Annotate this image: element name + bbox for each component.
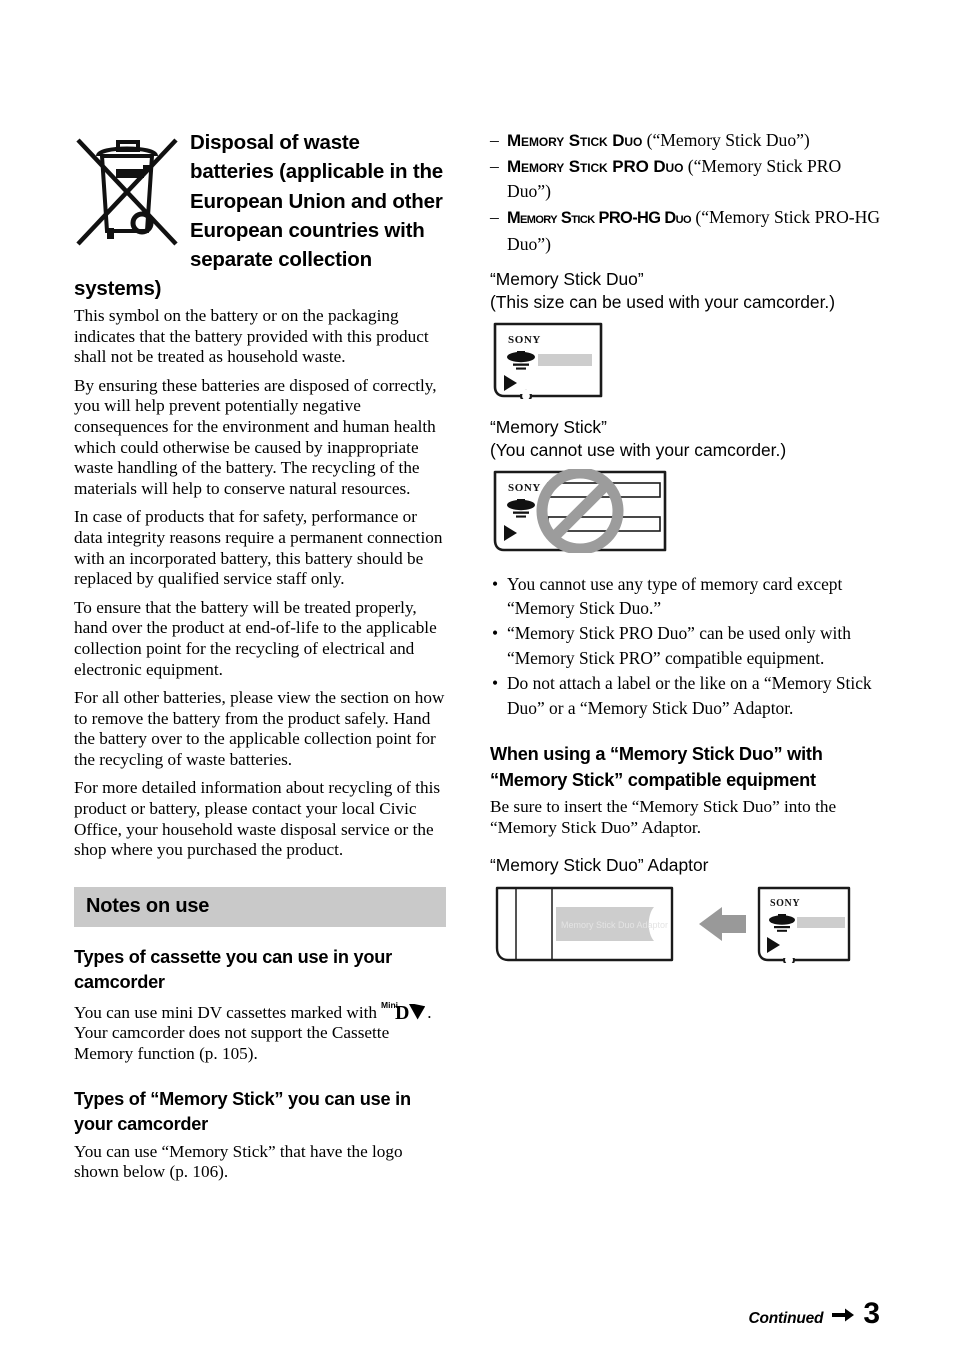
continued-label: Continued	[748, 1310, 824, 1327]
duo-caption-line2: (This size can be used with your camcord…	[490, 291, 836, 312]
arrow-right-icon	[832, 1308, 855, 1322]
disposal-notice: Disposal of waste batteries (applicable …	[74, 128, 446, 306]
bullet-marker: •	[492, 573, 499, 594]
adaptor-paragraph: Be sure to insert the “Memory Stick Duo”…	[490, 797, 837, 837]
list-item: • You cannot use any type of memory card …	[490, 572, 882, 622]
heading-types-of-cassette: Types of cassette you can use in your ca…	[74, 946, 392, 993]
svg-text:SONY: SONY	[770, 898, 800, 909]
list-item: – Memory Stick Duo (“Memory Stick Duo”)	[490, 128, 882, 154]
memory-stick-duo-logo: Memory Stick Duo	[507, 131, 643, 150]
svg-text:D: D	[395, 1002, 409, 1020]
heading-when-using-duo-adaptor: When using a “Memory Stick Duo” with “Me…	[490, 744, 823, 790]
mini-dv-logo-icon: Mini D	[381, 1000, 427, 1024]
heading-types-of-memory-stick: Types of “Memory Stick” you can use in y…	[74, 1088, 411, 1135]
section-band-notes-on-use: Notes on use	[74, 886, 446, 927]
duo-figure-caption: “Memory Stick Duo” (This size can be used…	[490, 268, 882, 314]
bullet-text: Do not attach a label or the like on a “…	[507, 672, 872, 718]
page-number: 3	[863, 1297, 880, 1330]
memory-stick-paragraph: You can use “Memory Stick” that have the…	[74, 1141, 403, 1182]
cassette-text-before: You can use mini DV cassettes marked wit…	[74, 1002, 382, 1022]
memory-stick-pro-duo-logo: Memory Stick PRO Duo	[507, 156, 684, 176]
dash-marker: –	[490, 207, 499, 228]
dash-marker: –	[490, 155, 499, 176]
bullet-marker: •	[492, 623, 499, 644]
bullet-text: You cannot use any type of memory card e…	[507, 573, 843, 619]
adaptor-figure-caption: “Memory Stick Duo” Adaptor	[490, 855, 709, 876]
section-title: Notes on use	[86, 894, 210, 917]
disposal-paragraph-3: In case of products that for safety, per…	[74, 507, 443, 589]
memory-stick-duo-card-icon: SONY	[492, 321, 882, 404]
disposal-paragraph-4: To ensure that the battery will be treat…	[74, 597, 437, 679]
ms-caption-line2: (You cannot use with your camcorder.)	[490, 439, 787, 460]
ms-figure-caption: “Memory Stick” (You cannot use with your …	[490, 416, 882, 462]
disposal-paragraph-1: This symbol on the battery or on the pac…	[74, 306, 429, 367]
memory-stick-card-prohibited-icon: SONY	[492, 467, 882, 558]
duo-caption-line1: “Memory Stick Duo”	[490, 268, 644, 289]
bullet-marker: •	[492, 672, 499, 693]
list-item: • Do not attach a label or the like on a …	[490, 671, 882, 721]
memory-stick-pro-hg-duo-logo: Memory Stick PRO-HG Duo	[507, 209, 692, 228]
memory-stick-notes-bullets: • You cannot use any type of memory card …	[490, 572, 882, 721]
disposal-paragraph-5: For all other batteries, please view the…	[74, 688, 445, 769]
adaptor-diagram: Memory Stick Duo Adaptor SONY	[494, 885, 882, 968]
arrow-left-icon	[699, 907, 746, 942]
document-page: Disposal of waste batteries (applicable …	[0, 0, 954, 1357]
page-footer: Continued 3	[748, 1299, 880, 1329]
list-item: • “Memory Stick PRO Duo” can be used only…	[490, 621, 882, 671]
list-item: – Memory Stick PRO Duo (“Memory Stick PRO…	[490, 154, 882, 205]
ms-caption-line1: “Memory Stick”	[490, 416, 607, 437]
svg-text:SONY: SONY	[508, 334, 541, 346]
crossed-out-wheelie-bin-icon	[74, 128, 180, 250]
right-column: – Memory Stick Duo (“Memory Stick Duo”) –…	[490, 128, 882, 968]
svg-text:SONY: SONY	[508, 482, 541, 494]
list-item: – Memory Stick PRO-HG Duo (“Memory Stick …	[490, 205, 882, 257]
adaptor-label-text: Memory Stick Duo Adaptor	[561, 920, 668, 930]
left-column: Disposal of waste batteries (applicable …	[74, 128, 446, 1191]
disposal-paragraph-2: By ensuring these batteries are disposed…	[74, 375, 437, 498]
disposal-paragraph-6: For more detailed information about recy…	[74, 778, 441, 860]
memory-stick-logo-list: – Memory Stick Duo (“Memory Stick Duo”) –…	[490, 128, 882, 258]
memory-stick-duo-quoted: (“Memory Stick Duo”)	[646, 130, 810, 150]
cassette-paragraph: You can use mini DV cassettes marked wit…	[74, 1000, 446, 1065]
dash-marker: –	[490, 130, 499, 150]
bullet-text: “Memory Stick PRO Duo” can be used only …	[507, 623, 851, 668]
